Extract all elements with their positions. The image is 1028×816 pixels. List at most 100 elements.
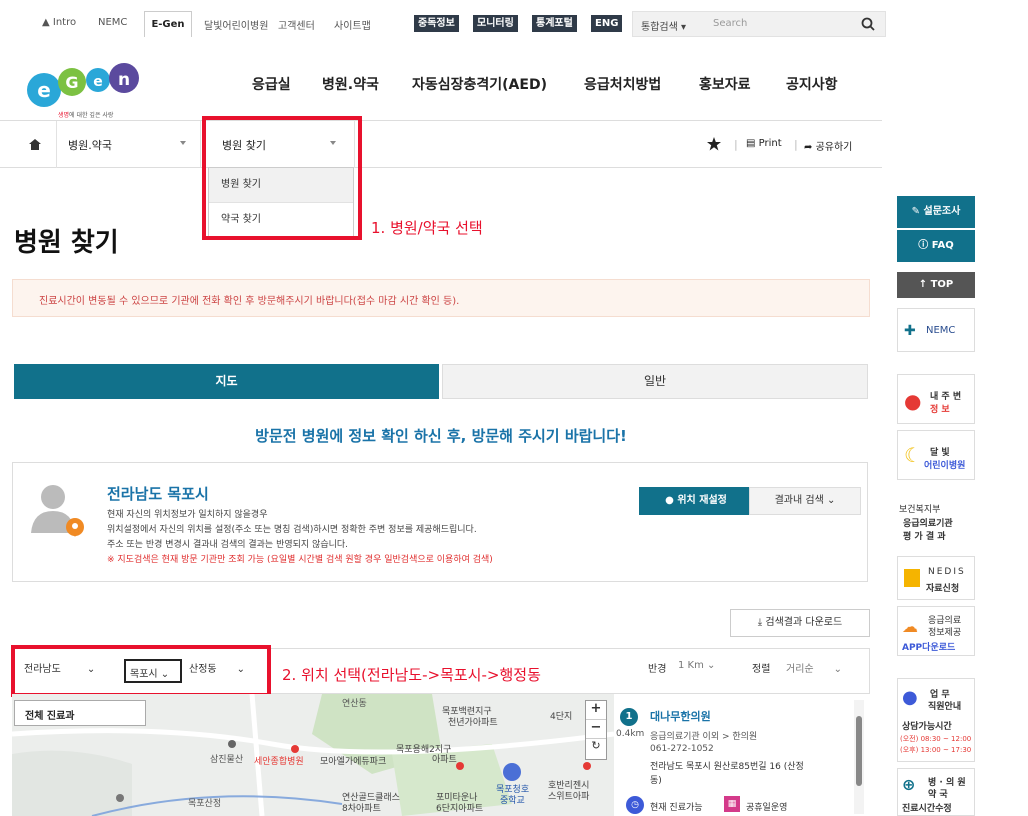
tab-map[interactable]: 지도 — [14, 364, 439, 399]
svg-text:e: e — [93, 74, 103, 90]
sort-label: 정렬 — [752, 664, 771, 675]
gnb-promo[interactable]: 홍보자료 — [699, 74, 751, 94]
nemc-link[interactable]: NEMC — [98, 17, 127, 28]
reset-location-button[interactable]: ● 위치 재설정 — [639, 487, 753, 515]
tab-general[interactable]: 일반 — [442, 364, 868, 399]
zoom-in-button[interactable]: + — [586, 701, 606, 720]
annotation-box-1 — [202, 116, 362, 240]
app-download-link[interactable]: ☁ 응급의료 정보제공 APP다운로드 — [897, 606, 975, 656]
moon-hospital-quick-link[interactable]: ☾ 달 빛 어린이병원 — [897, 430, 975, 480]
chevron-down-icon: ⌄ — [707, 660, 716, 671]
search-input[interactable]: Search — [713, 18, 747, 29]
chevron-down-icon: ⌄ — [833, 664, 842, 675]
result-address-cont: 동) — [650, 776, 662, 786]
map-search-warning: ※ 지도검색은 현재 방문 기관만 조회 가능 (요일별 시간별 검색 원할 경… — [107, 555, 493, 565]
home-icon[interactable] — [29, 139, 41, 150]
annotation-step2: 2. 위치 선택(전라남도->목포시->행정동 — [282, 666, 541, 684]
notice-banner: 진료시간이 변동될 수 있으므로 기관에 전화 확인 후 방문해주시기 바랍니다… — [12, 279, 870, 317]
intro-link[interactable]: ▲ Intro — [42, 17, 76, 28]
result-distance: 0.4km — [616, 729, 645, 739]
home-icon: ▲ — [42, 17, 50, 28]
notice-text: 진료시간이 변동될 수 있으므로 기관에 전화 확인 후 방문해주시기 바랍니다… — [39, 296, 460, 307]
result-phone: 061-272-1052 — [650, 744, 714, 754]
svg-text:e: e — [37, 78, 51, 102]
breadcrumb: 병원.약국 병원 찾기 | ▤ Print | ➦ 공유하기 — [0, 120, 882, 168]
download-results-button[interactable]: ⤓ 검색결과 다운로드 — [730, 609, 870, 637]
search-in-results-button[interactable]: 결과내 검색 ⌄ — [749, 487, 861, 515]
gnb-aed[interactable]: 자동심장충격기(AED) — [412, 74, 547, 94]
gnb-notice[interactable]: 공지사항 — [786, 74, 838, 94]
share-icon: ➦ — [804, 142, 813, 153]
gnb-first-aid[interactable]: 응급처치방법 — [584, 74, 661, 94]
staff-guide-link[interactable]: ● 업 무 직원안내 상담가능시간 (오전) 08:30 ~ 12:00 (오후… — [897, 678, 975, 762]
page-title: 병원 찾기 — [14, 228, 119, 258]
eng-button[interactable]: ENG — [591, 15, 623, 32]
faq-button[interactable]: ⓘ FAQ — [897, 230, 975, 262]
search-scope-select[interactable]: 통합검색 ▾ — [641, 18, 686, 33]
status-holiday: 공휴일운영 — [746, 803, 788, 813]
department-select[interactable]: 전체 진료과 — [14, 700, 146, 726]
location-info-line: 위치설정에서 자신의 위치를 설정(주소 또는 명칭 검색)하시면 정확한 주변… — [107, 525, 477, 535]
edit-icon: ✎ — [911, 206, 921, 217]
location-info-line: 주소 또는 반경 변경시 결과내 검색의 결과는 반영되지 않습니다. — [107, 540, 349, 550]
arrow-up-icon: ↑ — [918, 279, 928, 290]
egen-tab[interactable]: E-Gen — [144, 11, 192, 37]
clock-icon: ◷ — [626, 796, 644, 814]
result-address: 전라남도 목포시 원산로85번길 16 (산정 — [650, 762, 804, 772]
svg-text:G: G — [65, 73, 78, 92]
hospital-hours-edit-link[interactable]: ⊕ 병 · 의 원 약 국 진료시간수정 — [897, 768, 975, 816]
gnb-hospital-pharmacy[interactable]: 병원.약국 — [322, 74, 379, 94]
map-zoom-control: + − ↻ — [585, 700, 607, 760]
user-location-icon — [31, 485, 84, 537]
monitoring-button[interactable]: 모니터링 — [473, 15, 518, 32]
folder-icon — [904, 569, 920, 587]
breadcrumb-level1[interactable]: 병원.약국 — [68, 137, 112, 153]
help-icon: ⓘ — [918, 240, 929, 251]
top-button[interactable]: ↑ TOP — [897, 272, 975, 298]
search-bar: 통합검색 ▾ Search — [632, 11, 886, 37]
nemc-cross-icon: ✚ — [904, 323, 916, 339]
result-list: 1 대나무한의원 0.4km 응급의료기관 이외 > 한의원 061-272-1… — [614, 694, 870, 816]
stats-portal-button[interactable]: 통계포털 — [532, 15, 577, 32]
favorite-star-icon[interactable] — [707, 137, 721, 151]
nearby-info-link[interactable]: ● 내 주 변 정 보 — [897, 374, 975, 424]
result-name[interactable]: 대나무한의원 — [650, 708, 711, 724]
print-button[interactable]: ▤ Print — [746, 138, 782, 149]
utility-bar: ▲ Intro NEMC E-Gen 달빛어린이병원 고객센터 사이트맵 중독정… — [0, 0, 1028, 48]
visit-guide: 방문전 병원에 정보 확인 하신 후, 방문해 주시기 바랍니다! — [255, 427, 627, 445]
svg-text:n: n — [118, 70, 130, 90]
chevron-down-icon — [180, 141, 186, 145]
chat-icon: ● — [902, 687, 918, 708]
annotation-step1: 1. 병원/약국 선택 — [371, 219, 483, 237]
refresh-icon[interactable]: ↻ — [586, 739, 606, 758]
evaluation-link[interactable]: 보건복지부 응급의료기관 평 가 결 과 — [897, 496, 975, 550]
share-button[interactable]: ➦ 공유하기 — [804, 138, 852, 153]
egen-logo[interactable]: e G e n 생명에 대한 깊은 사랑 — [24, 58, 150, 122]
radius-select[interactable]: 1 Km ⌄ — [678, 660, 715, 671]
annotation-box-2 — [11, 645, 271, 697]
sitemap-link[interactable]: 사이트맵 — [334, 17, 371, 32]
pin-icon: ● — [665, 495, 674, 506]
calendar-icon: ▦ — [724, 796, 740, 812]
poison-info-button[interactable]: 중독정보 — [414, 15, 459, 32]
map-pin-icon: ● — [904, 389, 922, 413]
sort-select[interactable]: 거리순 ⌄ — [786, 660, 842, 675]
logo-tagline: 생명에 대한 깊은 사랑 — [58, 112, 114, 119]
plus-circle-icon: ⊕ — [902, 775, 916, 794]
download-icon: ⤓ — [757, 617, 763, 628]
nemc-quick-link[interactable]: ✚ NEMC — [897, 308, 975, 352]
nedis-link[interactable]: NEDIS 자료신청 — [897, 556, 975, 600]
zoom-out-button[interactable]: − — [586, 720, 606, 739]
current-location-name: 전라남도 목포시 — [107, 485, 209, 503]
print-icon: ▤ — [746, 138, 756, 149]
cloud-download-icon: ☁ — [902, 617, 918, 636]
survey-button[interactable]: ✎ 설문조사 — [897, 196, 975, 228]
customer-center-link[interactable]: 고객센터 — [278, 17, 315, 32]
gnb-emergency-room[interactable]: 응급실 — [252, 74, 291, 94]
result-scrollbar[interactable] — [854, 700, 864, 814]
location-info-line: 현재 자신의 위치정보가 일치하지 않을경우 — [107, 510, 268, 520]
moon-hospital-link[interactable]: 달빛어린이병원 — [204, 17, 268, 32]
search-icon[interactable] — [861, 17, 875, 31]
status-available: 현재 진료가능 — [650, 803, 703, 813]
moon-icon: ☾ — [904, 443, 922, 467]
